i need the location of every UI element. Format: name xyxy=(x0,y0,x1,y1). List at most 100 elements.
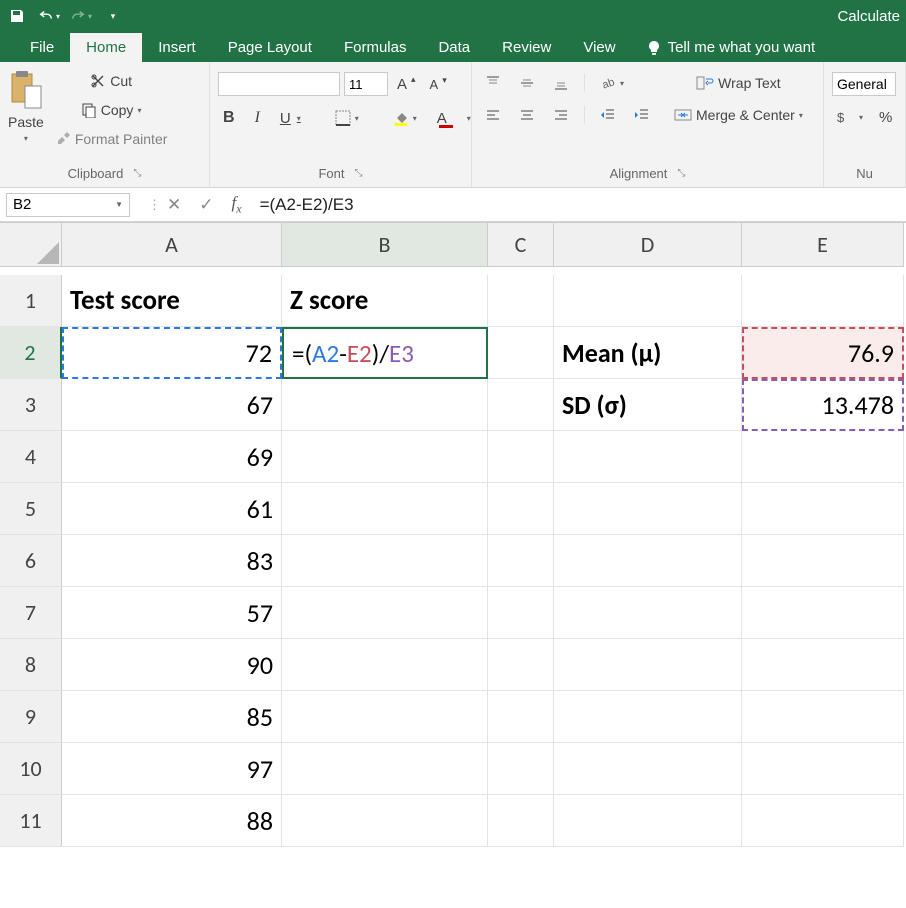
row-header-10[interactable]: 10 xyxy=(0,743,62,795)
wrap-text-button[interactable]: Wrap Text xyxy=(669,72,808,94)
italic-button[interactable]: I xyxy=(250,106,265,130)
cell-D6[interactable] xyxy=(554,535,742,587)
cell-C4[interactable] xyxy=(488,431,554,483)
cell-A9[interactable]: 85 xyxy=(62,691,282,743)
borders-button[interactable]: ▾ xyxy=(330,107,364,129)
col-header-D[interactable]: D xyxy=(554,223,742,267)
cell-B10[interactable] xyxy=(282,743,488,795)
cell-D9[interactable] xyxy=(554,691,742,743)
increase-indent-button[interactable] xyxy=(629,104,655,126)
decrease-indent-button[interactable] xyxy=(595,104,621,126)
align-center-button[interactable] xyxy=(514,104,540,126)
row-header-6[interactable]: 6 xyxy=(0,535,62,587)
cell-A3[interactable]: 67 xyxy=(62,379,282,431)
cell-D7[interactable] xyxy=(554,587,742,639)
cell-B4[interactable] xyxy=(282,431,488,483)
paste-button[interactable]: Paste ▾ xyxy=(8,66,44,163)
tab-file[interactable]: File xyxy=(14,33,70,62)
select-all-corner[interactable] xyxy=(0,223,62,267)
cell-D3[interactable]: SD (σ) xyxy=(554,379,742,431)
cell-D10[interactable] xyxy=(554,743,742,795)
row-header-9[interactable]: 9 xyxy=(0,691,62,743)
col-header-C[interactable]: C xyxy=(488,223,554,267)
cell-C6[interactable] xyxy=(488,535,554,587)
tab-page-layout[interactable]: Page Layout xyxy=(212,33,328,62)
name-box-dropdown-icon[interactable]: ▼ xyxy=(115,200,123,209)
cell-E2[interactable]: 76.9 xyxy=(742,327,904,379)
cell-E6[interactable] xyxy=(742,535,904,587)
cell-E1[interactable] xyxy=(742,275,904,327)
cell-E4[interactable] xyxy=(742,431,904,483)
name-box[interactable]: B2▼ xyxy=(6,193,130,217)
cell-B7[interactable] xyxy=(282,587,488,639)
cancel-formula-button[interactable]: ✕ xyxy=(167,195,181,215)
cell-C5[interactable] xyxy=(488,483,554,535)
row-header-7[interactable]: 7 xyxy=(0,587,62,639)
undo-icon[interactable]: ▾ xyxy=(38,5,60,27)
cell-E9[interactable] xyxy=(742,691,904,743)
tell-me-search[interactable]: Tell me what you want xyxy=(638,33,824,62)
fx-icon[interactable]: fx xyxy=(232,193,242,216)
align-right-button[interactable] xyxy=(548,104,574,126)
tab-formulas[interactable]: Formulas xyxy=(328,33,423,62)
clipboard-dialog-launcher-icon[interactable]: ⤡ xyxy=(133,168,141,179)
increase-font-button[interactable]: A▴ xyxy=(392,73,421,96)
cell-A8[interactable]: 90 xyxy=(62,639,282,691)
cell-D2[interactable]: Mean (μ) xyxy=(554,327,742,379)
cell-D1[interactable] xyxy=(554,275,742,327)
cell-C8[interactable] xyxy=(488,639,554,691)
cell-E8[interactable] xyxy=(742,639,904,691)
cell-D8[interactable] xyxy=(554,639,742,691)
merge-center-button[interactable]: Merge & Center▾ xyxy=(669,104,808,126)
redo-icon[interactable]: ▾ xyxy=(70,5,92,27)
qat-customize-icon[interactable]: ▾ xyxy=(102,5,124,27)
cell-A1[interactable]: Test score xyxy=(62,275,282,327)
align-middle-button[interactable] xyxy=(514,72,540,94)
cut-button[interactable]: Cut xyxy=(50,70,173,92)
cell-D4[interactable] xyxy=(554,431,742,483)
cell-E5[interactable] xyxy=(742,483,904,535)
align-left-button[interactable] xyxy=(480,104,506,126)
copy-button[interactable]: Copy▾ xyxy=(50,99,173,121)
tab-home[interactable]: Home xyxy=(70,33,142,62)
percent-format-button[interactable]: % xyxy=(874,106,897,129)
cell-C9[interactable] xyxy=(488,691,554,743)
cell-E10[interactable] xyxy=(742,743,904,795)
col-header-A[interactable]: A xyxy=(62,223,282,267)
cell-C3[interactable] xyxy=(488,379,554,431)
number-format-select[interactable] xyxy=(832,72,896,96)
fill-color-button[interactable]: ▾ xyxy=(388,107,422,129)
cell-E11[interactable] xyxy=(742,795,904,847)
font-name-input[interactable] xyxy=(218,72,340,96)
font-dialog-launcher-icon[interactable]: ⤡ xyxy=(355,168,363,179)
format-painter-button[interactable]: Format Painter xyxy=(50,128,173,150)
font-color-button[interactable]: A▾ xyxy=(432,107,476,130)
tab-insert[interactable]: Insert xyxy=(142,33,212,62)
cell-A6[interactable]: 83 xyxy=(62,535,282,587)
cell-C10[interactable] xyxy=(488,743,554,795)
underline-button[interactable]: U▾ xyxy=(275,107,306,130)
col-header-B[interactable]: B xyxy=(282,223,488,267)
cell-C7[interactable] xyxy=(488,587,554,639)
enter-formula-button[interactable]: ✓ xyxy=(199,195,213,215)
orientation-button[interactable]: ab▾ xyxy=(595,72,629,94)
accounting-format-button[interactable]: $▾ xyxy=(832,107,868,129)
row-header-8[interactable]: 8 xyxy=(0,639,62,691)
alignment-dialog-launcher-icon[interactable]: ⤡ xyxy=(677,168,685,179)
cell-A4[interactable]: 69 xyxy=(62,431,282,483)
save-icon[interactable] xyxy=(6,5,28,27)
row-header-5[interactable]: 5 xyxy=(0,483,62,535)
bold-button[interactable]: B xyxy=(218,106,240,130)
cell-C1[interactable] xyxy=(488,275,554,327)
align-top-button[interactable] xyxy=(480,72,506,94)
cell-C2[interactable] xyxy=(488,327,554,379)
cell-A5[interactable]: 61 xyxy=(62,483,282,535)
align-bottom-button[interactable] xyxy=(548,72,574,94)
tab-view[interactable]: View xyxy=(567,33,631,62)
cell-B3[interactable] xyxy=(282,379,488,431)
cell-B11[interactable] xyxy=(282,795,488,847)
row-header-11[interactable]: 11 xyxy=(0,795,62,847)
tab-data[interactable]: Data xyxy=(422,33,486,62)
cell-B1[interactable]: Z score xyxy=(282,275,488,327)
row-header-1[interactable]: 1 xyxy=(0,275,62,327)
